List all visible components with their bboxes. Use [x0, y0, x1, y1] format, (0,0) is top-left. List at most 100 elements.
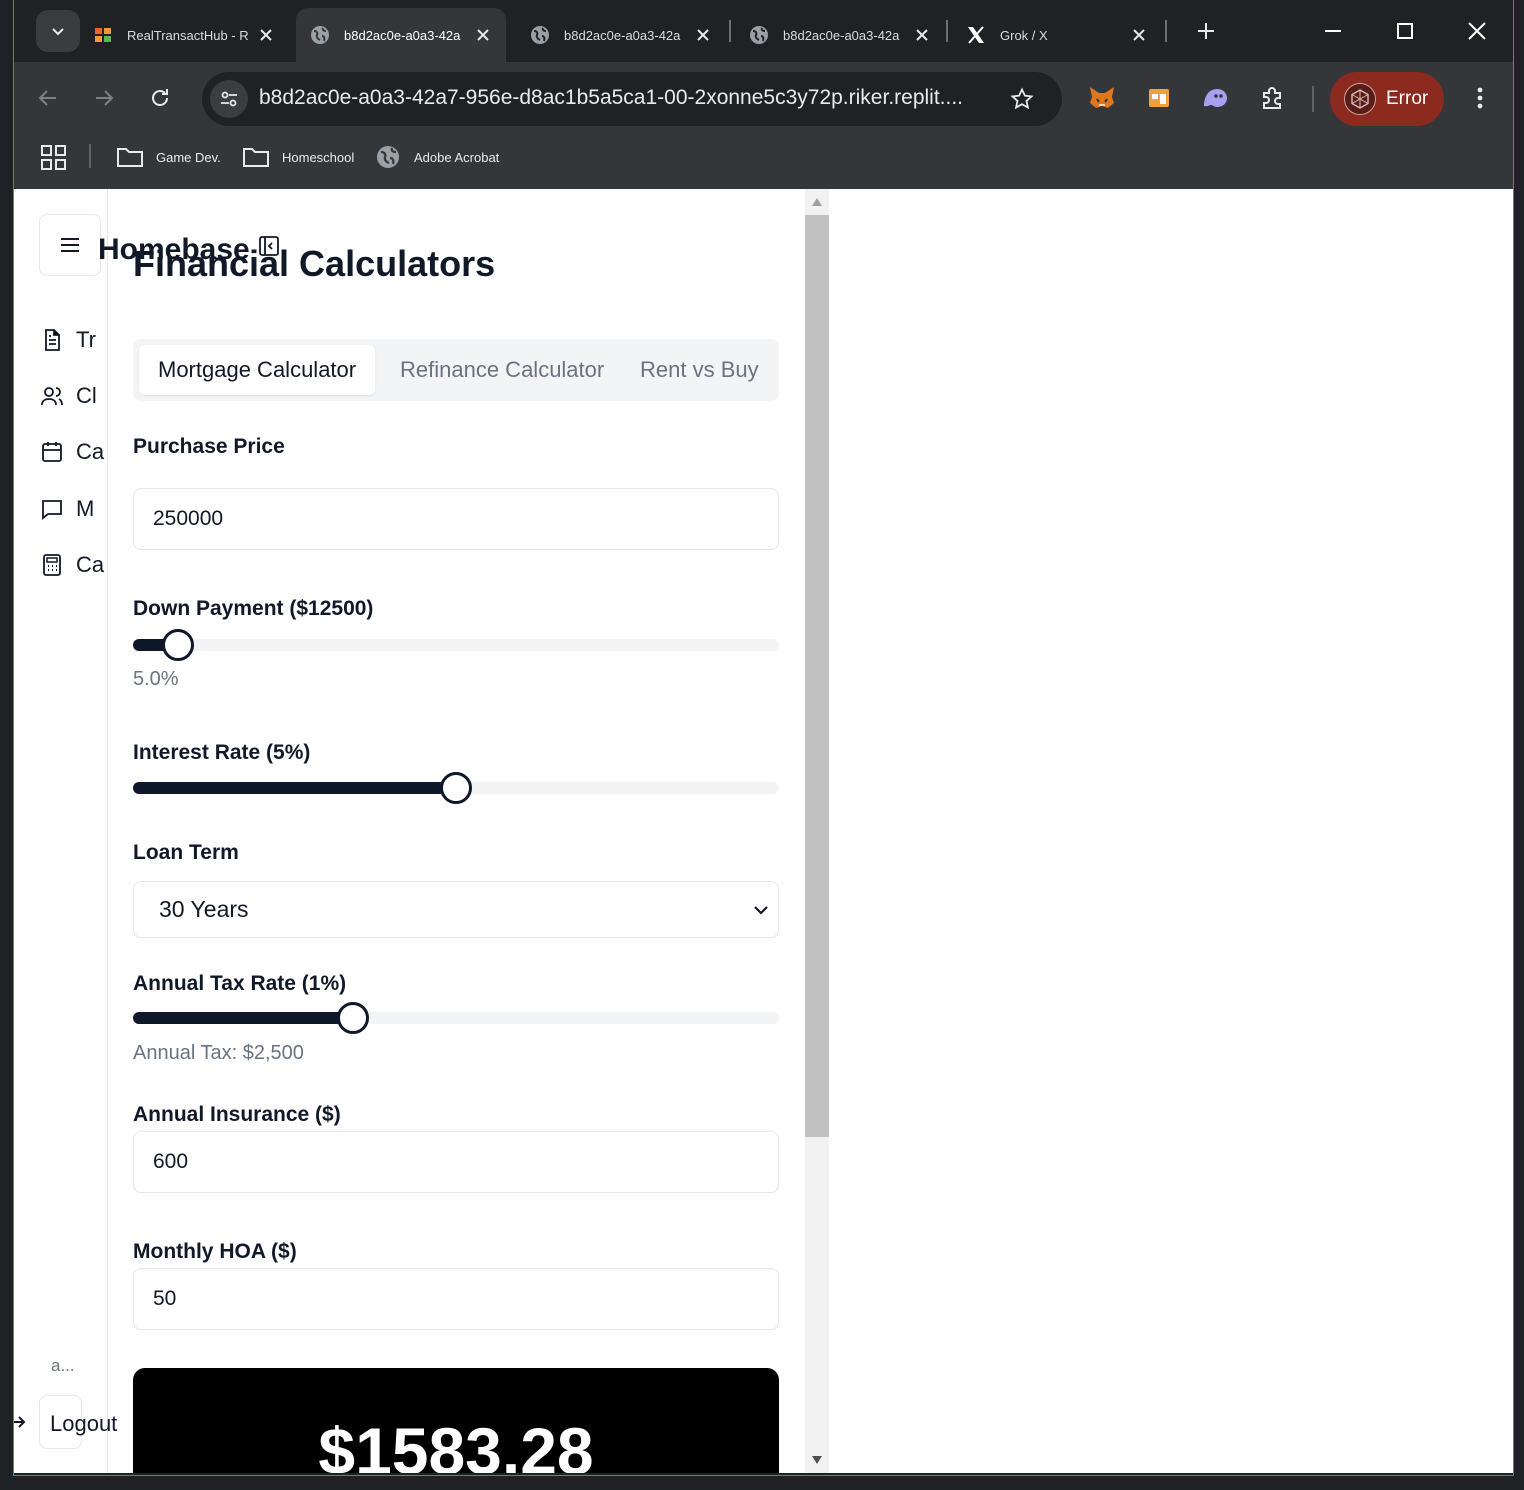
down-payment-slider[interactable] [133, 629, 779, 661]
extension-button[interactable] [1141, 80, 1177, 116]
close-icon [1468, 22, 1486, 40]
annual-insurance-label: Annual Insurance ($) [133, 1103, 341, 1126]
maximize-button[interactable] [1382, 8, 1428, 54]
purchase-price-label: Purchase Price [133, 435, 285, 458]
globe-icon [374, 145, 402, 169]
bookmark-adobe-acrobat[interactable]: Adobe Acrobat [374, 142, 499, 172]
ghost-extension[interactable] [1197, 80, 1233, 116]
tab-search-button[interactable] [36, 10, 80, 52]
folder-icon [116, 145, 144, 169]
avatar [1344, 83, 1376, 115]
slider-thumb[interactable] [336, 1002, 369, 1034]
browser-window: RealTransactHub - R b8d2ac0e-a0a3-42a b8… [0, 0, 1524, 1490]
tab-separator [1165, 20, 1167, 42]
sidebar-item-label: Cl [76, 383, 97, 408]
sidebar-collapse-icon[interactable] [259, 236, 279, 256]
url-text[interactable]: b8d2ac0e-a0a3-42a7-956e-d8ac1b5a5ca1-00-… [259, 86, 999, 110]
bookmark-game-dev[interactable]: Game Dev. [116, 142, 221, 172]
menu-toggle-button[interactable] [39, 214, 101, 276]
hexagon-icon [1351, 89, 1369, 109]
log-out-icon [14, 1416, 26, 1428]
vertical-scrollbar[interactable] [805, 189, 829, 1473]
sidebar-item-label: Ca [76, 439, 105, 464]
arrow-left-icon [38, 90, 56, 106]
monthly-payment-amount: $1583.28 [318, 1414, 594, 1473]
close-icon[interactable] [913, 26, 931, 44]
minimize-icon [1325, 30, 1341, 32]
users-icon [41, 387, 63, 406]
reload-button[interactable] [140, 78, 180, 118]
profile-error-button[interactable]: Error [1330, 72, 1444, 126]
scroll-down-arrow-icon[interactable] [811, 1455, 823, 1465]
browser-tab[interactable]: b8d2ac0e-a0a3-42a [735, 8, 945, 62]
tab-rent-vs-buy[interactable]: Rent vs Buy [621, 345, 778, 395]
toolbar-separator [1312, 86, 1314, 112]
tab-refinance-calculator[interactable]: Refinance Calculator [381, 345, 623, 395]
browser-tab-realtransacthub[interactable]: RealTransactHub - R [79, 8, 289, 62]
tax-rate-slider[interactable] [133, 1002, 779, 1034]
browser-toolbar: b8d2ac0e-a0a3-42a7-956e-d8ac1b5a5ca1-00-… [14, 62, 1513, 134]
back-button[interactable] [28, 78, 68, 118]
close-icon[interactable] [1130, 26, 1148, 44]
calendar-icon [42, 442, 62, 462]
purchase-price-input[interactable]: 250000 [133, 488, 779, 550]
calculator-icon [43, 554, 61, 576]
new-tab-button[interactable] [1186, 12, 1226, 50]
monthly-hoa-label: Monthly HOA ($) [133, 1240, 297, 1263]
globe-icon [530, 25, 550, 45]
tab-strip: RealTransactHub - R b8d2ac0e-a0a3-42a b8… [14, 0, 1513, 62]
slider-thumb[interactable] [162, 629, 195, 661]
loan-term-label: Loan Term [133, 841, 239, 864]
site-info-button[interactable] [210, 80, 248, 118]
sidebar-item-calculators[interactable]: Ca [40, 547, 110, 583]
tab-title: b8d2ac0e-a0a3-42a [344, 27, 461, 43]
logout-label[interactable]: Logout [50, 1411, 117, 1437]
interest-rate-label: Interest Rate (5%) [133, 741, 311, 764]
address-bar[interactable]: b8d2ac0e-a0a3-42a7-956e-d8ac1b5a5ca1-00-… [202, 72, 1062, 126]
loan-term-select[interactable]: 30 Years [133, 881, 779, 938]
forward-button[interactable] [84, 78, 124, 118]
scrollbar-thumb[interactable] [805, 215, 829, 1137]
extensions-button[interactable] [1254, 80, 1290, 116]
sidebar-item-clients[interactable]: Cl [40, 378, 110, 414]
loan-term-value: 30 Years [159, 896, 249, 922]
star-icon [1010, 87, 1034, 110]
tab-title: RealTransactHub - R [127, 27, 249, 43]
calculator-tabs: Mortgage Calculator Refinance Calculator… [133, 339, 779, 401]
browser-tab-grok[interactable]: Grok / X [952, 8, 1162, 62]
x-logo-icon [966, 25, 986, 45]
slider-thumb[interactable] [440, 772, 472, 804]
browser-menu-button[interactable] [1462, 80, 1498, 116]
close-window-button[interactable] [1454, 8, 1500, 54]
minimize-button[interactable] [1310, 8, 1356, 54]
page-viewport: Tr Cl Ca M Ca a... Logout Financial Calc… [14, 189, 1513, 1473]
close-icon[interactable] [474, 26, 492, 44]
apps-grid-icon[interactable] [40, 144, 68, 172]
tab-separator [946, 20, 948, 42]
monthly-hoa-input[interactable]: 50 [133, 1268, 779, 1330]
profile-status-text: Error [1386, 88, 1429, 109]
close-icon[interactable] [694, 26, 712, 44]
sidebar-item-label: M [76, 496, 95, 521]
sidebar-item-transactions[interactable]: Tr [40, 322, 110, 358]
browser-tab[interactable]: b8d2ac0e-a0a3-42a [516, 8, 726, 62]
folder-icon [242, 145, 270, 169]
more-vertical-icon [1477, 87, 1483, 109]
annual-insurance-input[interactable]: 600 [133, 1131, 779, 1193]
bookmark-label: Game Dev. [156, 149, 221, 165]
interest-rate-slider[interactable] [133, 772, 779, 804]
browser-tab-active[interactable]: b8d2ac0e-a0a3-42a [296, 8, 506, 62]
scroll-up-arrow-icon[interactable] [811, 197, 823, 207]
close-icon[interactable] [257, 26, 275, 44]
sidebar-item-messages[interactable]: M [40, 491, 110, 527]
window-app-icon [1149, 89, 1169, 107]
tab-mortgage-calculator[interactable]: Mortgage Calculator [139, 345, 376, 395]
metamask-extension[interactable] [1084, 80, 1120, 116]
sidebar-item-calendar[interactable]: Ca [40, 434, 110, 470]
bookmark-star-button[interactable] [1007, 84, 1037, 114]
chevron-down-icon [754, 906, 768, 915]
bookmark-homeschool[interactable]: Homeschool [242, 142, 354, 172]
bookmark-separator [89, 144, 91, 168]
tune-icon [221, 91, 237, 107]
down-payment-label: Down Payment ($12500) [133, 597, 374, 620]
